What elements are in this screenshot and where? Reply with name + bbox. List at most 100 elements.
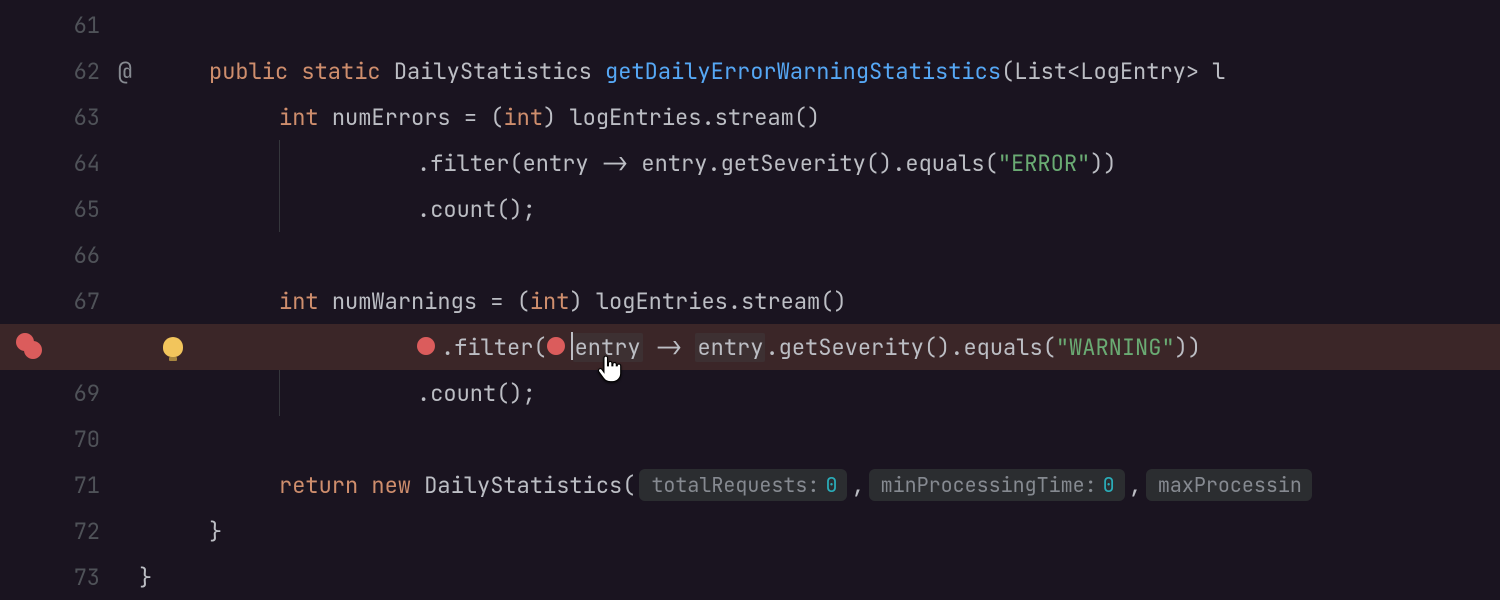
keyword: new [371, 471, 411, 500]
code-content[interactable]: .filter( entry -> entry .getSeverity().e… [205, 324, 1201, 370]
gutter: 70 [0, 416, 205, 462]
line-number: 63 [50, 103, 100, 132]
code-content[interactable]: .filter(entry -> entry.getSeverity().equ… [205, 140, 1117, 186]
gutter: 65 [0, 186, 205, 232]
code-text: .count(); [417, 195, 536, 224]
gutter: 61 [0, 2, 205, 48]
code-content[interactable] [205, 2, 209, 48]
punct: = ( [451, 103, 504, 132]
punct: )) [1090, 149, 1116, 178]
code-line[interactable]: 63 int numErrors = ( int ) logEntries.st… [0, 94, 1500, 140]
gutter: 69 [0, 370, 205, 416]
cast: int [530, 287, 570, 316]
string-literal: "WARNING" [1056, 333, 1175, 362]
gutter: 63 [0, 94, 205, 140]
punct: ( [622, 471, 635, 500]
line-number: 61 [50, 11, 100, 40]
parameter-hint: minProcessingTime: 0 [869, 469, 1125, 501]
code-content[interactable]: return new DailyStatistics ( totalReques… [205, 462, 1316, 508]
code-line[interactable]: 66 [0, 232, 1500, 278]
string-literal: "ERROR" [998, 149, 1090, 178]
code-line[interactable]: 70 [0, 416, 1500, 462]
method-name: getDailyErrorWarningStatistics [605, 57, 1001, 86]
code-line[interactable]: 65 .count(); [0, 186, 1500, 232]
breakpoint-lambda-icon[interactable] [16, 333, 44, 361]
code-line[interactable]: 61 [0, 2, 1500, 48]
code-line-active[interactable]: .filter( entry -> entry .getSeverity().e… [0, 324, 1500, 370]
type: DailyStatistics [394, 57, 592, 86]
hint-label: minProcessingTime: [881, 472, 1097, 498]
gutter: 67 [0, 278, 205, 324]
keyword: static [301, 57, 380, 86]
gutter [0, 324, 205, 370]
code-text: .count(); [417, 379, 536, 408]
hint-label: maxProcessin [1158, 472, 1302, 498]
code-content[interactable]: int numErrors = ( int ) logEntries.strea… [205, 94, 820, 140]
line-number: 71 [50, 471, 100, 500]
keyword: int [279, 103, 319, 132]
keyword: return [279, 471, 358, 500]
code-text: .getSeverity().equals( [765, 333, 1055, 362]
gutter: 66 [0, 232, 205, 278]
line-number: 72 [50, 517, 100, 546]
code-content[interactable]: .count(); [205, 186, 536, 232]
inline-breakpoint-icon[interactable] [547, 337, 565, 355]
identifier: numErrors [332, 103, 451, 132]
code-text: .filter( [441, 333, 547, 362]
code-text: ) logEntries.stream() [569, 287, 846, 316]
line-number: 67 [50, 287, 100, 316]
gutter: 71 [0, 462, 205, 508]
code-content[interactable] [205, 232, 209, 278]
indent-guide [279, 370, 280, 416]
line-number: 69 [50, 379, 100, 408]
indent-guide [279, 140, 280, 186]
punct: )) [1175, 333, 1201, 362]
code-content[interactable]: } [205, 508, 222, 554]
code-text: .filter(entry -> entry.getSeverity().equ… [417, 149, 998, 178]
code-content[interactable]: .count(); [205, 370, 536, 416]
code-content[interactable]: int numWarnings = ( int ) logEntries.str… [205, 278, 847, 324]
hint-label: totalRequests: [651, 472, 819, 498]
gutter: 64 [0, 140, 205, 186]
code-line[interactable]: 67 int numWarnings = ( int ) logEntries.… [0, 278, 1500, 324]
code-content[interactable]: } [205, 554, 209, 600]
parameter-hint: totalRequests: 0 [639, 469, 847, 501]
brace: } [209, 517, 222, 546]
code-line[interactable]: 72 } [0, 508, 1500, 554]
override-marker-icon[interactable]: @ [118, 56, 132, 87]
code-text: -> [643, 333, 696, 362]
keyword: int [279, 287, 319, 316]
line-number: 66 [50, 241, 100, 270]
params: (List<LogEntry> l [1001, 57, 1225, 86]
punct: = ( [477, 287, 530, 316]
type: DailyStatistics [424, 471, 622, 500]
keyword: public [209, 57, 288, 86]
hint-value: 0 [825, 472, 837, 498]
indent-guide [279, 186, 280, 232]
code-text: ) logEntries.stream() [543, 103, 820, 132]
identifier: numWarnings [332, 287, 477, 316]
code-line[interactable]: 69 .count(); [0, 370, 1500, 416]
gutter: 73 [0, 554, 205, 600]
line-number: 62 [50, 57, 100, 86]
line-number: 64 [50, 149, 100, 178]
lambda-param: entry [695, 333, 765, 362]
gutter: 62 @ [0, 48, 205, 94]
inline-breakpoint-icon[interactable] [417, 337, 435, 355]
code-editor[interactable]: 61 62 @ public static DailyStatistics ge… [0, 0, 1500, 600]
lightbulb-icon[interactable] [163, 337, 183, 357]
gutter: 72 [0, 508, 205, 554]
code-line[interactable]: 64 .filter(entry -> entry.getSeverity().… [0, 140, 1500, 186]
hint-value: 0 [1103, 472, 1115, 498]
brace: } [139, 563, 152, 592]
cast: int [503, 103, 543, 132]
code-content[interactable]: public static DailyStatistics getDailyEr… [205, 48, 1225, 94]
punct: , [851, 471, 864, 500]
line-number: 65 [50, 195, 100, 224]
line-number: 70 [50, 425, 100, 454]
code-content[interactable] [205, 416, 209, 462]
code-line[interactable]: 62 @ public static DailyStatistics getDa… [0, 48, 1500, 94]
code-line[interactable]: 73 } [0, 554, 1500, 600]
code-line[interactable]: 71 return new DailyStatistics ( totalReq… [0, 462, 1500, 508]
line-number: 73 [50, 563, 100, 592]
